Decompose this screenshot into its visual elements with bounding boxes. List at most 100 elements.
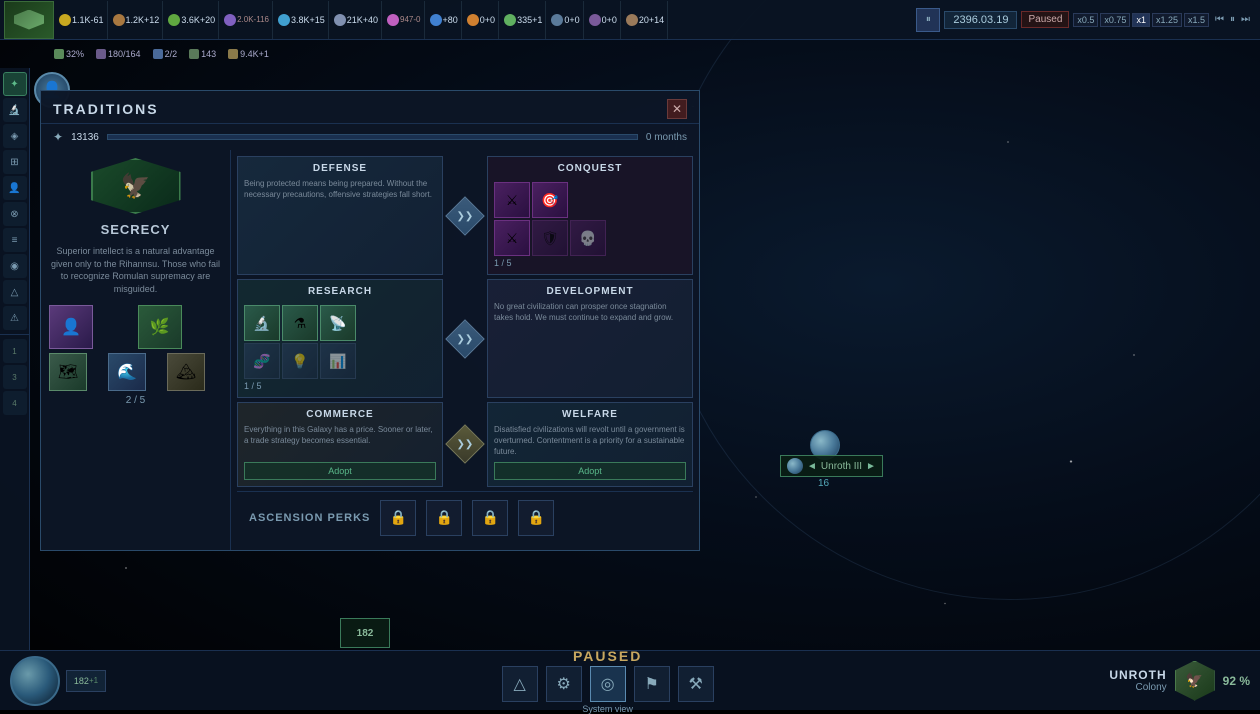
diamond-shape-2: ❯❯ bbox=[445, 319, 485, 359]
trait-item-3[interactable]: 🗺 bbox=[49, 353, 87, 391]
ascension-perk-3[interactable]: 🔒 bbox=[472, 500, 508, 536]
conquest-img-5[interactable]: 💀 bbox=[570, 220, 606, 256]
prev-frame[interactable]: ⏮ bbox=[1213, 14, 1226, 25]
sidebar-item-sectors[interactable]: ⊞ bbox=[3, 150, 27, 174]
resource-consumer[interactable]: 335+1 bbox=[501, 1, 546, 39]
ascension-perk-4[interactable]: 🔒 bbox=[518, 500, 554, 536]
research-img-2[interactable]: ⚗ bbox=[282, 305, 318, 341]
trait-item-5[interactable]: 🏔 bbox=[167, 353, 205, 391]
research-img-1[interactable]: 🔬 bbox=[244, 305, 280, 341]
ascension-perk-1[interactable]: 🔒 bbox=[380, 500, 416, 536]
action-flag[interactable]: ⚑ bbox=[634, 666, 670, 702]
resource-alloys[interactable]: 21K+40 bbox=[331, 1, 382, 39]
sidebar-item-situations[interactable]: ⚠ bbox=[3, 306, 27, 330]
influence-value: 0+0 bbox=[480, 15, 495, 25]
ascension-perks-row: ASCENSION PERKS 🔒 🔒 🔒 🔒 bbox=[237, 491, 693, 544]
panel-body: 🦅 SECRECY Superior intellect is a natura… bbox=[41, 150, 699, 550]
resource-food[interactable]: 3.6K+20 bbox=[165, 1, 219, 39]
speed-0-5[interactable]: x0.5 bbox=[1073, 13, 1098, 27]
resource-r3[interactable]: 20+14 bbox=[623, 1, 668, 39]
conquest-img-2[interactable]: 🎯 bbox=[532, 182, 568, 218]
faction-emblem-icon: 🦅 bbox=[1186, 672, 1203, 689]
consumer-value: 335+1 bbox=[517, 15, 542, 25]
sidebar-item-ships[interactable]: △ bbox=[3, 280, 27, 304]
speed-0-75[interactable]: x0.75 bbox=[1100, 13, 1130, 27]
resource-pop[interactable]: 2.0K-116 bbox=[221, 1, 273, 39]
connector-commerce-welfare: ❯❯ bbox=[443, 402, 487, 487]
resource-r2[interactable]: 0+0 bbox=[586, 1, 621, 39]
action-tools[interactable]: ⚒ bbox=[678, 666, 714, 702]
sidebar-divider bbox=[0, 334, 29, 335]
planet-thumbnail[interactable] bbox=[10, 656, 60, 706]
resource-unity[interactable]: 947-0 bbox=[384, 1, 424, 39]
card-commerce[interactable]: COMMERCE Everything in this Galaxy has a… bbox=[237, 402, 443, 487]
trait-item-1[interactable]: 👤 bbox=[49, 305, 93, 349]
pop-display-value: 182 bbox=[74, 676, 89, 686]
resource-influence[interactable]: 0+0 bbox=[464, 1, 499, 39]
card-development[interactable]: DEVELOPMENT No great civilization can pr… bbox=[487, 279, 693, 398]
next-frame[interactable]: ⏭ bbox=[1239, 14, 1252, 25]
system-view-label: System view bbox=[582, 704, 633, 714]
action-gear[interactable]: ⚙ bbox=[546, 666, 582, 702]
play-pause[interactable]: ⏸ bbox=[1228, 14, 1237, 25]
resource-minerals[interactable]: 1.2K+12 bbox=[110, 1, 164, 39]
planet-label[interactable]: ◄ Unroth III ► bbox=[780, 455, 883, 477]
conquest-img-4[interactable]: 🛡 bbox=[532, 220, 568, 256]
card-welfare[interactable]: WELFARE Disatisfied civilizations will r… bbox=[487, 402, 693, 487]
research-img-3[interactable]: 📡 bbox=[320, 305, 356, 341]
speed-1-5[interactable]: x1.5 bbox=[1184, 13, 1209, 27]
sidebar-item-species[interactable]: 👤 bbox=[3, 176, 27, 200]
playback-controls: ⏮ ⏸ ⏭ bbox=[1213, 14, 1252, 25]
research-img-6[interactable]: 📊 bbox=[320, 343, 356, 379]
research-img-4[interactable]: 🧬 bbox=[244, 343, 280, 379]
sidebar-item-policies[interactable]: ≡ bbox=[3, 228, 27, 252]
resource-credits[interactable]: 1.1K-61 bbox=[56, 1, 108, 39]
sidebar-item-traditions[interactable]: ✦ bbox=[3, 72, 27, 96]
close-button[interactable]: ✕ bbox=[667, 99, 687, 119]
trait-item-4[interactable]: 🌊 bbox=[108, 353, 146, 391]
pop-display[interactable]: 182 +1 bbox=[66, 670, 106, 692]
resource-r1[interactable]: 0+0 bbox=[548, 1, 583, 39]
sidebar-item-1[interactable]: 1 bbox=[3, 339, 27, 363]
commerce-adopt-button[interactable]: Adopt bbox=[244, 462, 436, 480]
emblem-shape bbox=[14, 10, 44, 30]
sidebar-item-4[interactable]: 4 bbox=[3, 391, 27, 415]
planet-arrow-left[interactable]: ◄ bbox=[807, 461, 817, 472]
sidebar-item-contacts[interactable]: ◉ bbox=[3, 254, 27, 278]
faction-emblem-bottom[interactable]: 🦅 bbox=[1175, 661, 1215, 701]
ascension-perk-2[interactable]: 🔒 bbox=[426, 500, 462, 536]
action-move-up[interactable]: △ bbox=[502, 666, 538, 702]
minerals-icon bbox=[113, 14, 125, 26]
arrow-icon-3: ❯❯ bbox=[457, 439, 474, 450]
action-system-view[interactable]: ◎ bbox=[590, 666, 626, 702]
trait-item-2[interactable]: 🌿 bbox=[138, 305, 182, 349]
conquest-img-1[interactable]: ⚔ bbox=[494, 182, 530, 218]
sidebar-item-ethics[interactable]: ⊗ bbox=[3, 202, 27, 226]
card-conquest[interactable]: CONQUEST ⚔ 🎯 ⚔ 🛡 💀 1 / 5 bbox=[487, 156, 693, 275]
sidebar-item-empire[interactable]: ◈ bbox=[3, 124, 27, 148]
pop-count-value: 182 bbox=[357, 628, 374, 639]
speed-1-25[interactable]: x1.25 bbox=[1152, 13, 1182, 27]
commerce-title: COMMERCE bbox=[244, 409, 436, 420]
population-indicator[interactable]: 182 bbox=[340, 618, 390, 648]
conquest-img-3[interactable]: ⚔ bbox=[494, 220, 530, 256]
research-img-5[interactable]: 💡 bbox=[282, 343, 318, 379]
income-icon bbox=[228, 49, 238, 59]
sidebar-item-3[interactable]: 3 bbox=[3, 365, 27, 389]
credits-value: 1.1K-61 bbox=[72, 15, 104, 25]
sidebar-item-tech[interactable]: 🔬 bbox=[3, 98, 27, 122]
card-research[interactable]: RESEARCH 🔬 ⚗ 📡 🧬 💡 📊 1 / 5 bbox=[237, 279, 443, 398]
welfare-adopt-button[interactable]: Adopt bbox=[494, 462, 686, 480]
arrow-icon-2: ❯❯ bbox=[457, 333, 474, 344]
card-defense[interactable]: DEFENSE Being protected means being prep… bbox=[237, 156, 443, 275]
science-icon bbox=[430, 14, 442, 26]
resource-science[interactable]: +80 bbox=[427, 1, 462, 39]
panel-header: TRADITIONS ✕ bbox=[41, 91, 699, 124]
left-sidebar: ✦ 🔬 ◈ ⊞ 👤 ⊗ ≡ ◉ △ ⚠ 1 3 4 bbox=[0, 68, 30, 650]
speed-1[interactable]: x1 bbox=[1132, 13, 1150, 27]
resource-energy[interactable]: 3.8K+15 bbox=[275, 1, 329, 39]
close-icon: ✕ bbox=[672, 102, 682, 116]
planet-arrow-right[interactable]: ► bbox=[866, 461, 876, 472]
energy-value: 3.8K+15 bbox=[291, 15, 325, 25]
pause-button[interactable]: ⏸ bbox=[916, 8, 940, 32]
